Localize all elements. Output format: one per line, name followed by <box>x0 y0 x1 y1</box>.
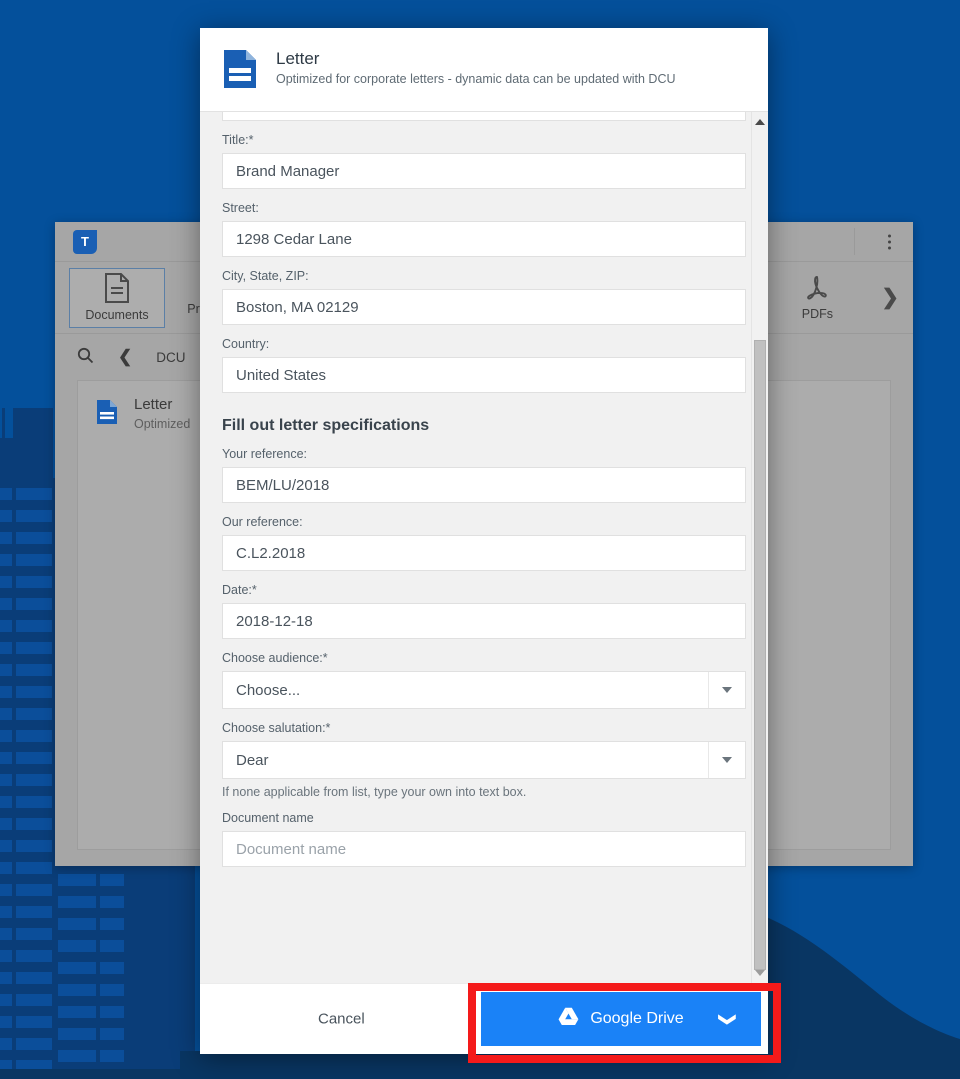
field-our-reference-label: Our reference: <box>222 515 746 530</box>
field-country-label: Country: <box>222 337 746 352</box>
titlebar-divider <box>854 228 855 255</box>
field-our-reference[interactable]: Our reference: C.L2.2018 <box>222 515 746 571</box>
google-drive-label: Google Drive <box>590 1010 683 1028</box>
chevron-right-icon[interactable]: ❯ <box>881 287 899 308</box>
tab-documents[interactable]: Documents <box>69 268 165 328</box>
choose-audience-select[interactable]: Choose... <box>222 671 746 709</box>
scroll-up-arrow-icon[interactable] <box>752 114 768 130</box>
date-input[interactable]: 2018-12-18 <box>222 603 746 639</box>
street-input[interactable]: 1298 Cedar Lane <box>222 221 746 257</box>
our-reference-input[interactable]: C.L2.2018 <box>222 535 746 571</box>
dialog-scroll-area[interactable]: Title:* Brand Manager Street: 1298 Cedar… <box>200 111 768 983</box>
cancel-button[interactable]: Cancel <box>292 1001 391 1038</box>
dialog-title: Letter <box>276 49 319 68</box>
letter-template-dialog[interactable]: Letter Optimized for corporate letters -… <box>200 28 768 1054</box>
document-icon <box>104 273 130 303</box>
letter-form[interactable]: Title:* Brand Manager Street: 1298 Cedar… <box>200 112 768 911</box>
skyline-antenna <box>2 408 5 468</box>
field-date[interactable]: Date:* 2018-12-18 <box>222 583 746 639</box>
salutation-hint: If none applicable from list, type your … <box>222 785 746 799</box>
field-street-label: Street: <box>222 201 746 216</box>
field-document-name[interactable]: Document name Document name <box>222 811 746 867</box>
dialog-header: Letter Optimized for corporate letters -… <box>200 28 768 111</box>
scroll-down-arrow-icon[interactable] <box>752 965 768 981</box>
field-document-name-label: Document name <box>222 811 746 826</box>
dialog-scrollbar[interactable] <box>751 112 768 983</box>
city-state-zip-input[interactable]: Boston, MA 02129 <box>222 289 746 325</box>
field-date-label: Date:* <box>222 583 746 598</box>
tab-strip-right[interactable]: PDFs ❯ <box>769 268 899 328</box>
chevron-down-icon[interactable] <box>708 742 745 778</box>
tab-pdfs[interactable]: PDFs <box>769 268 865 328</box>
chevron-left-icon[interactable]: ❮ <box>118 347 132 367</box>
field-choose-audience[interactable]: Choose audience:* Choose... <box>222 651 746 709</box>
field-city-state-zip[interactable]: City, State, ZIP: Boston, MA 02129 <box>222 269 746 325</box>
section-title: Fill out letter specifications <box>222 417 746 435</box>
choose-audience-value: Choose... <box>223 682 708 699</box>
field-country[interactable]: Country: United States <box>222 337 746 393</box>
tab-documents-label: Documents <box>85 309 148 322</box>
google-drive-icon <box>558 1007 579 1031</box>
field-title-label: Title:* <box>222 133 746 148</box>
chevron-down-icon[interactable]: ❯ <box>719 1012 736 1026</box>
breadcrumb[interactable]: DCU <box>156 350 185 365</box>
choose-salutation-value: Dear <box>223 752 708 769</box>
field-choose-audience-label: Choose audience:* <box>222 651 746 666</box>
document-icon <box>96 399 118 430</box>
field-your-reference[interactable]: Your reference: BEM/LU/2018 <box>222 447 746 503</box>
choose-salutation-select[interactable]: Dear <box>222 741 746 779</box>
title-input[interactable]: Brand Manager <box>222 153 746 189</box>
tab-pdfs-label: PDFs <box>802 308 833 321</box>
field-choose-salutation[interactable]: Choose salutation:* Dear <box>222 721 746 779</box>
scrollbar-thumb[interactable] <box>754 340 766 970</box>
chevron-down-icon[interactable] <box>708 672 745 708</box>
document-name-input[interactable]: Document name <box>222 831 746 867</box>
field-choose-salutation-label: Choose salutation:* <box>222 721 746 736</box>
dialog-subtitle: Optimized for corporate letters - dynami… <box>276 72 676 86</box>
list-item-subtitle: Optimized <box>134 417 190 431</box>
field-your-reference-label: Your reference: <box>222 447 746 462</box>
dialog-footer: Cancel Google Drive ❯ <box>200 983 768 1054</box>
country-input[interactable]: United States <box>222 357 746 393</box>
search-icon[interactable] <box>77 347 94 367</box>
kebab-menu-icon[interactable] <box>888 234 891 249</box>
your-reference-input[interactable]: BEM/LU/2018 <box>222 467 746 503</box>
clipped-input-above[interactable] <box>222 112 746 121</box>
app-logo[interactable]: T <box>73 230 97 254</box>
google-drive-button[interactable]: Google Drive ❯ <box>481 992 761 1046</box>
field-city-state-zip-label: City, State, ZIP: <box>222 269 746 284</box>
field-street[interactable]: Street: 1298 Cedar Lane <box>222 201 746 257</box>
document-icon <box>222 48 258 95</box>
list-item-title: Letter <box>134 396 172 413</box>
field-title[interactable]: Title:* Brand Manager <box>222 133 746 189</box>
adobe-pdf-icon <box>803 274 831 302</box>
